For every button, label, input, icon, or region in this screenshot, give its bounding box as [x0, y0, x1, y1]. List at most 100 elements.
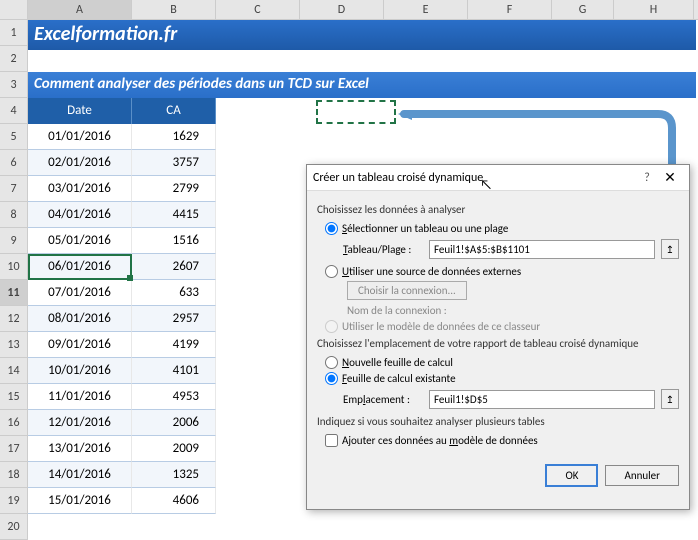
table-range-input[interactable] — [429, 240, 655, 259]
cell-date[interactable]: 03/01/2016 — [28, 176, 132, 202]
cell-ca[interactable]: 2009 — [132, 436, 216, 462]
table-row[interactable]: 15/01/20164606 — [28, 488, 216, 514]
row-header[interactable]: 10 — [0, 254, 28, 280]
row-header[interactable]: 17 — [0, 436, 28, 462]
row-header[interactable]: 1 — [0, 20, 28, 46]
table-header-row: Date CA — [28, 98, 216, 124]
cell-ca[interactable]: 2607 — [132, 254, 216, 280]
cell-ca[interactable]: 4101 — [132, 358, 216, 384]
table-row[interactable]: 07/01/2016633 — [28, 280, 216, 306]
cell-ca[interactable]: 2957 — [132, 306, 216, 332]
close-icon[interactable]: ✕ — [657, 169, 683, 186]
checkbox-add-to-model[interactable] — [325, 434, 338, 447]
cell-ca[interactable]: 4415 — [132, 202, 216, 228]
choose-connection-button: Choisir la connexion... — [347, 281, 467, 300]
col-header-B[interactable]: B — [132, 0, 216, 19]
row-header[interactable]: 5 — [0, 124, 28, 150]
col-header-E[interactable]: E — [384, 0, 468, 19]
cell-date[interactable]: 01/01/2016 — [28, 124, 132, 150]
collapse-dialog-icon-2[interactable]: ↥ — [661, 389, 679, 409]
row-header[interactable]: 12 — [0, 306, 28, 332]
cell-date[interactable]: 02/01/2016 — [28, 150, 132, 176]
row-header[interactable]: 4 — [0, 98, 28, 124]
row-header[interactable]: 14 — [0, 358, 28, 384]
row-header[interactable]: 2 — [0, 46, 28, 72]
cell-ca[interactable]: 633 — [132, 280, 216, 306]
select-all-corner[interactable] — [0, 0, 28, 19]
cell-date[interactable]: 09/01/2016 — [28, 332, 132, 358]
help-button[interactable]: ? — [637, 171, 657, 185]
cell-date[interactable]: 06/01/2016 — [28, 254, 132, 280]
cell-ca[interactable]: 1325 — [132, 462, 216, 488]
row-header[interactable]: 8 — [0, 202, 28, 228]
table-row[interactable]: 06/01/20162607 — [28, 254, 216, 280]
collapse-dialog-icon[interactable]: ↥ — [661, 239, 679, 259]
col-header-F[interactable]: F — [468, 0, 552, 19]
pivot-dialog: Créer un tableau croisé dynamique ? ✕ Ch… — [306, 164, 690, 510]
table-row[interactable]: 10/01/20164101 — [28, 358, 216, 384]
radio-new-sheet[interactable] — [325, 356, 338, 369]
row-header[interactable]: 18 — [0, 462, 28, 488]
col-header-C[interactable]: C — [216, 0, 300, 19]
cell-date[interactable]: 07/01/2016 — [28, 280, 132, 306]
cell-ca[interactable]: 2799 — [132, 176, 216, 202]
radio-external-source[interactable] — [325, 265, 338, 278]
table-header-ca: CA — [132, 98, 216, 124]
cell-date[interactable]: 11/01/2016 — [28, 384, 132, 410]
cell-date[interactable]: 12/01/2016 — [28, 410, 132, 436]
table-row[interactable]: 04/01/20164415 — [28, 202, 216, 228]
cell-date[interactable]: 15/01/2016 — [28, 488, 132, 514]
section-choose-data: Choisissez les données à analyser — [317, 203, 679, 216]
title-banner: Excelformation.fr — [28, 20, 696, 50]
dialog-title: Créer un tableau croisé dynamique — [313, 171, 637, 185]
cell-ca[interactable]: 3757 — [132, 150, 216, 176]
cancel-button[interactable]: Annuler — [605, 465, 679, 486]
table-row[interactable]: 13/01/20162009 — [28, 436, 216, 462]
radio-existing-sheet[interactable] — [325, 372, 338, 385]
row-header[interactable]: 13 — [0, 332, 28, 358]
cell-date[interactable]: 04/01/2016 — [28, 202, 132, 228]
connection-name-label: Nom de la connexion : — [347, 304, 679, 317]
cell-ca[interactable]: 2006 — [132, 410, 216, 436]
cell-date[interactable]: 05/01/2016 — [28, 228, 132, 254]
cell-date[interactable]: 08/01/2016 — [28, 306, 132, 332]
column-headers-row: A B C D E F G H — [0, 0, 698, 20]
cell-ca[interactable]: 1629 — [132, 124, 216, 150]
col-header-A[interactable]: A — [28, 0, 132, 19]
col-header-H[interactable]: H — [614, 0, 694, 19]
table-row[interactable]: 08/01/20162957 — [28, 306, 216, 332]
cell-ca[interactable]: 1516 — [132, 228, 216, 254]
location-input[interactable] — [429, 390, 655, 409]
table-row[interactable]: 03/01/20162799 — [28, 176, 216, 202]
table-row[interactable]: 05/01/20161516 — [28, 228, 216, 254]
col-header-D[interactable]: D — [300, 0, 384, 19]
col-header-G[interactable]: G — [552, 0, 614, 19]
cell-date[interactable]: 10/01/2016 — [28, 358, 132, 384]
ok-button[interactable]: OK — [546, 465, 597, 486]
table-row[interactable]: 09/01/20164199 — [28, 332, 216, 358]
row-header[interactable]: 11 — [0, 280, 28, 306]
section-choose-location: Choisissez l'emplacement de votre rappor… — [317, 337, 679, 350]
table-row[interactable]: 11/01/20164953 — [28, 384, 216, 410]
table-row[interactable]: 12/01/20162006 — [28, 410, 216, 436]
row-header[interactable]: 16 — [0, 410, 28, 436]
row-header[interactable]: 7 — [0, 176, 28, 202]
radio-existing-sheet-label: Feuille de calcul existante — [342, 372, 456, 385]
row-header[interactable]: 3 — [0, 72, 28, 98]
row-header[interactable]: 15 — [0, 384, 28, 410]
radio-select-range[interactable] — [325, 222, 338, 235]
row-header[interactable]: 6 — [0, 150, 28, 176]
cell-ca[interactable]: 4953 — [132, 384, 216, 410]
location-label: Emplacement : — [343, 393, 423, 406]
dialog-titlebar[interactable]: Créer un tableau croisé dynamique ? ✕ — [307, 165, 689, 191]
table-row[interactable]: 14/01/20161325 — [28, 462, 216, 488]
row-header[interactable]: 9 — [0, 228, 28, 254]
cell-ca[interactable]: 4606 — [132, 488, 216, 514]
table-row[interactable]: 02/01/20163757 — [28, 150, 216, 176]
table-row[interactable]: 01/01/20161629 — [28, 124, 216, 150]
cell-date[interactable]: 14/01/2016 — [28, 462, 132, 488]
row-header[interactable]: 19 — [0, 488, 28, 514]
cell-date[interactable]: 13/01/2016 — [28, 436, 132, 462]
cell-ca[interactable]: 4199 — [132, 332, 216, 358]
row-header[interactable]: 20 — [0, 514, 28, 540]
